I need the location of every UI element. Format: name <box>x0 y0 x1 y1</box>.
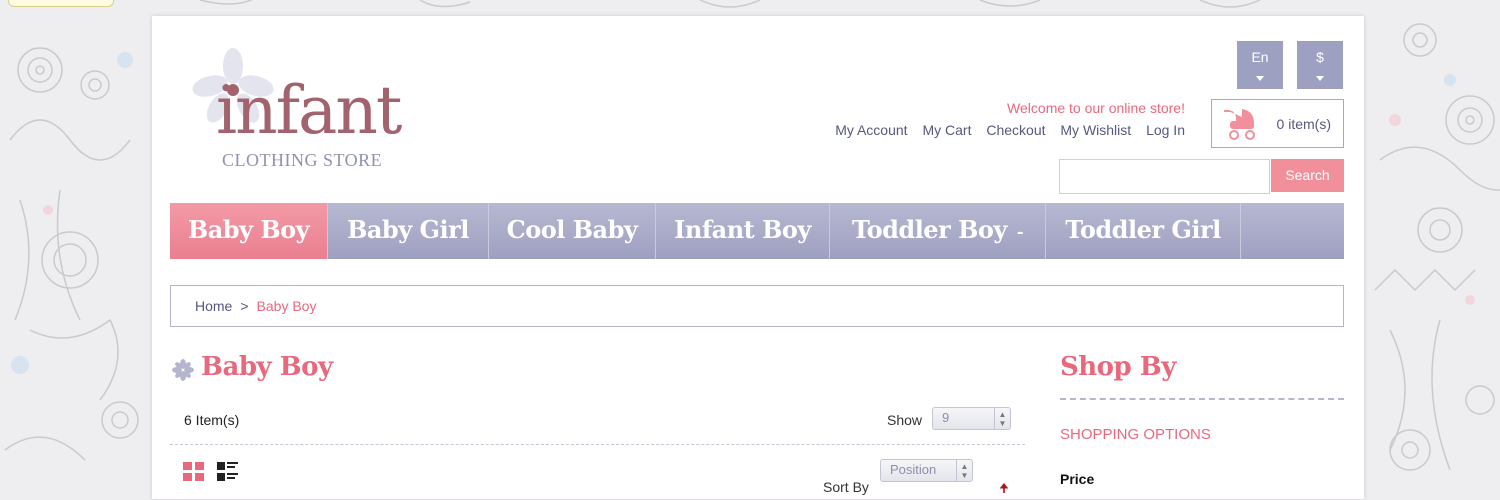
store-logo[interactable]: infant CLOTHING STORE <box>188 48 428 178</box>
nav-item-toddler-girl[interactable]: Toddler Girl <box>1046 203 1241 259</box>
sort-by-label: Sort By <box>823 479 869 495</box>
price-filter-label: Price <box>1060 471 1095 487</box>
language-label: En <box>1251 49 1269 65</box>
caret-down-icon <box>1256 76 1264 81</box>
pram-icon <box>1224 109 1255 140</box>
shopping-options-heading: SHOPPING OPTIONS <box>1060 426 1211 443</box>
breadcrumb-current: Baby Boy <box>256 298 317 314</box>
nav-item-baby-girl[interactable]: Baby Girl <box>328 203 489 259</box>
log-in-link[interactable]: Log In <box>1146 122 1185 138</box>
currency-label: $ <box>1316 49 1324 65</box>
nav-item-baby-boy[interactable]: Baby Boy <box>170 203 328 259</box>
my-cart-link[interactable]: My Cart <box>922 122 971 138</box>
caret-down-icon <box>1316 76 1324 81</box>
my-wishlist-link[interactable]: My Wishlist <box>1060 122 1131 138</box>
shop-by-title: Shop By <box>1060 352 1176 382</box>
sort-ascending-arrow-icon[interactable]: 🠉 <box>999 479 1009 500</box>
nav-item-label: Toddler Boy <box>852 215 1007 244</box>
sort-by-select[interactable]: Position ▲ ▼ <box>880 459 973 482</box>
breadcrumb-separator: > <box>240 298 249 314</box>
account-links: My Account My Cart Checkout My Wishlist … <box>824 122 1185 138</box>
currency-switcher[interactable]: $ <box>1297 41 1343 89</box>
logo-subtitle: CLOTHING STORE <box>222 150 383 170</box>
toolbar-divider <box>170 444 1025 445</box>
breadcrumb: Home > Baby Boy <box>170 285 1344 327</box>
select-arrows-icon: ▲ ▼ <box>956 460 972 481</box>
logo-wordmark: infant <box>216 72 402 149</box>
main-navigation: Baby Boy Baby Girl Cool Baby Infant Boy … <box>170 203 1344 259</box>
breadcrumb-home-link[interactable]: Home <box>195 298 232 314</box>
sidebar-divider <box>1060 398 1344 400</box>
category-title: Baby Boy <box>201 352 333 382</box>
notification-tab <box>8 0 114 7</box>
cart-item-count: 0 item(s) <box>1276 116 1331 132</box>
nav-item-infant-boy[interactable]: Infant Boy <box>656 203 830 259</box>
select-arrows-icon: ▲ ▼ <box>994 408 1010 429</box>
language-switcher[interactable]: En <box>1237 41 1283 89</box>
checkout-link[interactable]: Checkout <box>986 122 1045 138</box>
dropdown-caret-icon: - <box>1016 221 1024 241</box>
grid-view-icon[interactable] <box>183 462 205 482</box>
show-label: Show <box>887 412 923 428</box>
list-view-icon[interactable] <box>217 462 239 482</box>
mini-cart[interactable]: 0 item(s) <box>1211 99 1344 148</box>
my-account-link[interactable]: My Account <box>835 122 907 138</box>
show-per-page-value: 9 <box>942 410 950 425</box>
sort-by-value: Position <box>890 462 937 477</box>
welcome-message: Welcome to our online store! <box>1007 100 1185 116</box>
page-container: infant CLOTHING STORE En $ Welcome to ou… <box>152 16 1364 499</box>
search-button[interactable]: Search <box>1271 159 1344 192</box>
show-per-page-select[interactable]: 9 ▲ ▼ <box>932 407 1011 430</box>
nav-item-cool-baby[interactable]: Cool Baby <box>489 203 656 259</box>
nav-item-toddler-boy[interactable]: Toddler Boy - <box>830 203 1046 259</box>
search-input[interactable] <box>1059 159 1270 194</box>
star-flower-icon <box>172 359 194 381</box>
item-count: 6 Item(s) <box>184 412 240 428</box>
